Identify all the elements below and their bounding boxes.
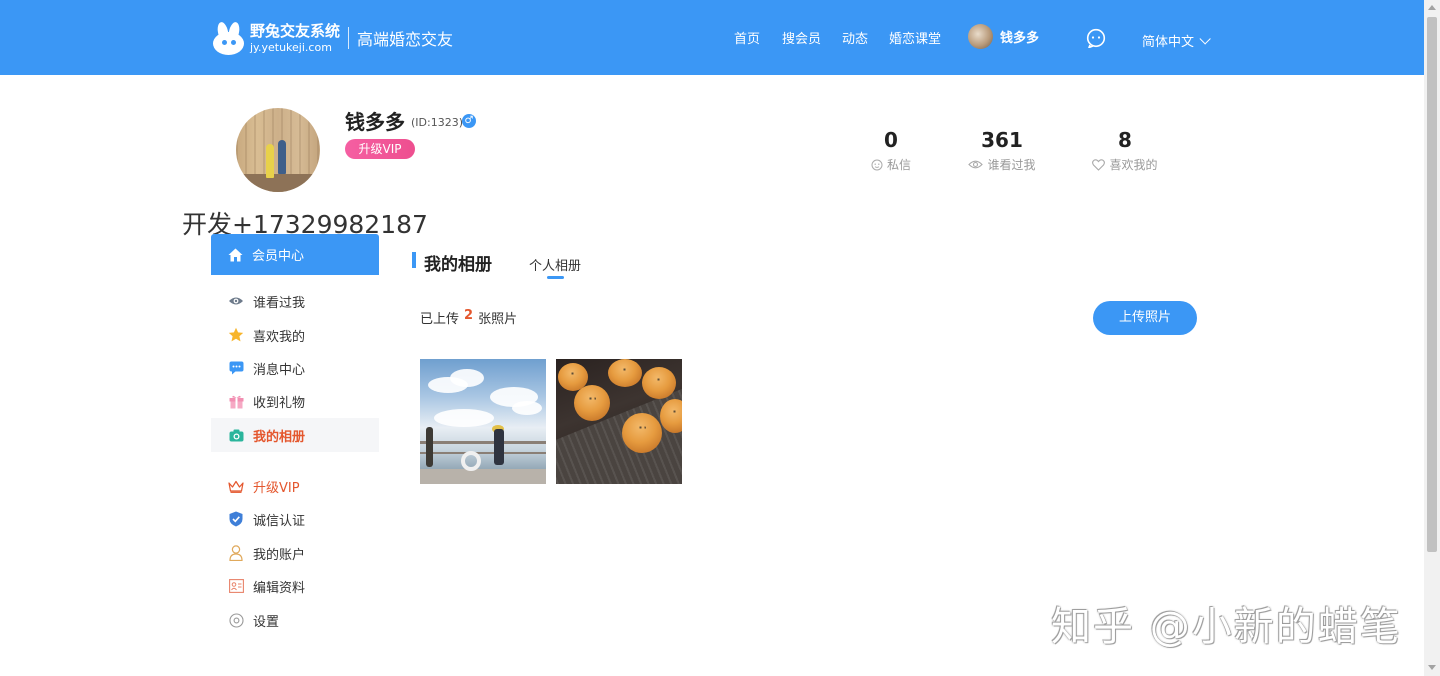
edit-profile-icon (228, 578, 244, 594)
upgrade-vip-badge[interactable]: 升级VIP (345, 139, 415, 159)
logo-divider (348, 27, 350, 49)
sidebar-item-likes[interactable]: 喜欢我的 (211, 318, 379, 352)
vertical-scrollbar[interactable] (1424, 0, 1440, 676)
page: 野兔交友系统 jy.yetukeji.com 高端婚恋交友 首页 搜会员 动态 … (0, 0, 1440, 676)
sidebar-item-verification[interactable]: 诚信认证 (211, 502, 379, 536)
sidebar-header-member-center[interactable]: 会员中心 (211, 234, 379, 275)
sidebar-item-label: 喜欢我的 (253, 329, 306, 345)
nav-item-home[interactable]: 首页 (734, 0, 760, 75)
nav-label: 首页 (734, 32, 761, 47)
section-accent-bar (412, 252, 416, 268)
scroll-up-arrow-icon[interactable] (1428, 5, 1436, 10)
sidebar-item-settings[interactable]: 设置 (211, 603, 379, 637)
language-label: 简体中文 (1142, 35, 1195, 50)
profile-id: (ID:1323) (411, 116, 463, 129)
stat-label: 喜欢我的 (1087, 156, 1163, 173)
sidebar-item-label: 消息中心 (253, 362, 306, 378)
message-icon (228, 360, 244, 376)
upload-count-text: 已上传 2 张照片 (420, 308, 517, 327)
section-title: 我的相册 (424, 255, 492, 275)
stat-value: 8 (1118, 128, 1132, 152)
eye-icon (968, 160, 984, 169)
sidebar-item-label: 我的相册 (253, 429, 306, 445)
upload-count: 2 (464, 308, 474, 323)
nav-username: 钱多多 (1000, 31, 1040, 46)
stat-label-text: 喜欢我的 (1109, 158, 1158, 172)
album-photo[interactable] (420, 359, 546, 484)
sidebar-item-my-account[interactable]: 我的账户 (211, 536, 379, 570)
home-icon (228, 248, 243, 261)
stat-label-text: 谁看过我 (987, 158, 1036, 172)
sidebar-item-visitors[interactable]: 谁看过我 (211, 284, 379, 318)
sidebar-item-gifts[interactable]: 收到礼物 (211, 384, 379, 418)
sidebar-item-label: 诚信认证 (253, 513, 306, 529)
male-gender-icon: ♂ (462, 114, 476, 128)
logo-text: 野兔交友系统 jy.yetukeji.com (250, 21, 341, 54)
stat-value: 0 (884, 128, 898, 152)
sidebar-item-label: 编辑资料 (253, 580, 306, 596)
upload-photo-button[interactable]: 上传照片 (1093, 301, 1197, 335)
stat-likes[interactable]: 8 喜欢我的 (1087, 128, 1163, 173)
sidebar-item-label: 谁看过我 (253, 295, 306, 311)
upload-prefix: 已上传 (420, 312, 460, 327)
tab-active-indicator (547, 276, 564, 279)
sidebar-item-my-album[interactable]: 我的相册 (211, 418, 379, 452)
rabbit-logo-icon (211, 20, 246, 55)
shield-icon (228, 511, 244, 527)
message-bubble-icon[interactable] (1086, 28, 1106, 48)
tab-personal-album[interactable]: 个人相册 (529, 255, 581, 274)
zhihu-watermark: 知乎 @小新的蜡笔 (1051, 604, 1402, 650)
stat-label: 谁看过我 (964, 156, 1040, 173)
nav-item-search-members[interactable]: 搜会员 (782, 0, 821, 75)
chevron-down-icon (1199, 32, 1211, 45)
heart-icon (1092, 158, 1106, 171)
user-menu[interactable]: 钱多多 (968, 24, 1039, 49)
upload-suffix: 张照片 (478, 312, 518, 327)
settings-icon (228, 612, 244, 628)
sidebar-item-edit-profile[interactable]: 编辑资料 (211, 569, 379, 603)
profile-avatar[interactable] (236, 108, 320, 192)
logo-slogan: 高端婚恋交友 (357, 30, 454, 49)
stat-visitors[interactable]: 361 谁看过我 (964, 128, 1040, 173)
sidebar-item-upgrade-vip[interactable]: 升级VIP (211, 469, 379, 503)
avatar (968, 24, 993, 49)
top-navigation-bar: 野兔交友系统 jy.yetukeji.com 高端婚恋交友 首页 搜会员 动态 … (0, 0, 1424, 75)
nav-label: 搜会员 (782, 32, 822, 47)
sidebar-item-messages[interactable]: 消息中心 (211, 351, 379, 385)
scroll-down-arrow-icon[interactable] (1428, 665, 1436, 670)
chat-face-icon (871, 159, 883, 170)
nav-item-moments[interactable]: 动态 (842, 0, 868, 75)
album-photo[interactable] (556, 359, 682, 484)
scrollbar-thumb[interactable] (1427, 17, 1437, 552)
sidebar-item-label: 设置 (253, 614, 280, 630)
camera-icon (228, 427, 244, 443)
star-icon (228, 327, 244, 343)
language-select[interactable]: 简体中文 (1142, 31, 1211, 50)
sidebar-item-label: 我的账户 (253, 547, 306, 563)
stat-label: 私信 (866, 156, 916, 173)
crown-icon (228, 478, 244, 494)
sidebar-header-label: 会员中心 (252, 249, 305, 264)
user-icon (228, 545, 244, 561)
nav-label: 婚恋课堂 (889, 32, 942, 47)
nav-label: 动态 (842, 32, 869, 47)
stat-messages[interactable]: 0 私信 (866, 128, 916, 173)
profile-name: 钱多多 (345, 110, 405, 134)
gift-icon (228, 393, 244, 409)
stat-value: 361 (981, 128, 1023, 152)
sidebar-item-label: 升级VIP (253, 480, 300, 496)
logo-domain: jy.yetukeji.com (250, 40, 332, 54)
logo-name: 野兔交友系统 (250, 21, 341, 40)
site-logo[interactable]: 野兔交友系统 jy.yetukeji.com 高端婚恋交友 (211, 20, 453, 56)
stat-label-text: 私信 (886, 158, 911, 172)
eye-icon (228, 293, 244, 309)
nav-item-courses[interactable]: 婚恋课堂 (889, 0, 941, 75)
sidebar-item-label: 收到礼物 (253, 395, 306, 411)
